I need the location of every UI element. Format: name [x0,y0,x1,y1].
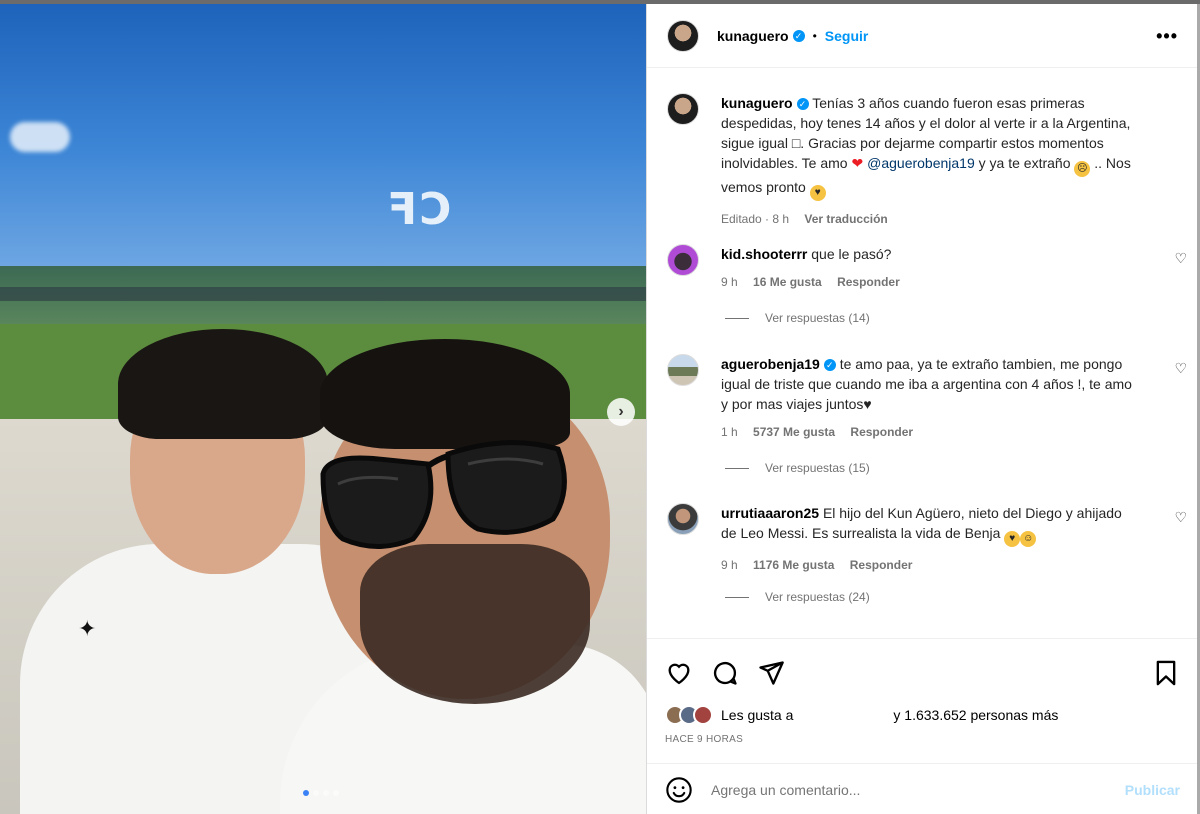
share-send-icon[interactable] [757,659,785,687]
author-avatar[interactable] [667,19,699,52]
replies-line [725,467,749,469]
follow-button[interactable]: Seguir [825,28,869,44]
view-replies-label[interactable]: Ver respuestas (14) [765,311,870,325]
photo-cloud [10,122,70,152]
carousel-dot [313,790,319,796]
comments-list[interactable]: kunaguero ✓ Tenías 3 años cuando fueron e… [647,69,1198,637]
reply-button[interactable]: Responder [837,275,900,289]
like-comment-heart-icon[interactable]: ♡ [1174,360,1187,377]
like-heart-icon[interactable] [665,659,693,687]
comment-time: 9 h [721,275,738,289]
more-options-icon[interactable]: ••• [1156,26,1178,47]
caption-text-2: y ya te extraño [978,155,1071,171]
liker-avatars [665,705,713,725]
commenter-avatar[interactable] [667,244,699,276]
reply-button[interactable]: Responder [850,425,913,439]
caption-username[interactable]: kunaguero [721,95,793,111]
man-hair [320,339,570,449]
like-comment-heart-icon[interactable]: ♡ [1174,509,1187,526]
like-comment-heart-icon[interactable]: ♡ [1174,250,1187,267]
verified-badge-icon: ✓ [823,359,836,371]
comment-composer: Publicar [647,763,1198,814]
view-replies-button[interactable]: Ver respuestas (15) [725,461,870,475]
comment-username[interactable]: aguerobenja19 [721,356,820,372]
man-beard [360,544,590,704]
translate-link[interactable]: Ver traducción [804,212,887,226]
emoji-picker-icon[interactable] [665,776,693,804]
redacted-username [799,709,887,721]
sunglasses [320,440,567,549]
carousel-indicator [303,790,339,796]
author-username[interactable]: kunaguero [717,28,789,44]
author-avatar[interactable] [667,93,699,125]
comment-text: que le pasó? [811,246,892,262]
verified-badge-icon: ✓ [792,29,805,42]
comment-time: 1 h [721,425,738,439]
caption-mention-link[interactable]: @aguerobenja19 [867,155,975,171]
heart-eyes-emoji-icon: ♥ [1004,531,1021,547]
carousel-dot [303,790,309,796]
reply-button[interactable]: Responder [850,558,913,572]
view-replies-button[interactable]: Ver respuestas (24) [725,590,870,604]
likes-prefix: Les gusta a [721,707,794,723]
glass-reflection-text: CF [385,184,452,235]
post-header: kunaguero ✓ • Seguir ••• [647,4,1198,68]
comment-username[interactable]: urrutiaaaron25 [721,505,819,521]
liker-avatar [693,705,713,725]
replies-line [725,596,749,598]
view-replies-label[interactable]: Ver respuestas (15) [765,461,870,475]
carousel-next-button[interactable]: › [607,398,635,426]
likes-summary[interactable]: Les gusta a y 1.633.652 personas más [665,705,1058,725]
heart-eyes-emoji-icon: ♥ [809,185,826,201]
likes-count[interactable]: y 1.633.652 personas más [893,707,1058,723]
red-heart-emoji-icon: ❤ [851,155,864,171]
post-modal: CF ✦ › kunaguero ✓ • Seguir ••• kunaguer… [0,4,1200,814]
comment-bubble-icon[interactable] [711,659,739,687]
post-details-panel: kunaguero ✓ • Seguir ••• kunaguero ✓ Tení… [646,4,1198,814]
replies-line [725,317,749,319]
kid-hair [118,329,328,439]
jordan-logo-icon: ✦ [78,616,97,641]
comment-likes[interactable]: 16 Me gusta [753,275,822,289]
carousel-dot [333,790,339,796]
comment-input[interactable] [711,781,1125,798]
view-replies-button[interactable]: Ver respuestas (14) [725,311,870,325]
sad-face-emoji-icon: ☹ [1074,161,1091,177]
post-timestamp[interactable]: HACE 9 HORAS [665,734,743,745]
comment-likes[interactable]: 5737 Me gusta [753,425,835,439]
comment-time: 9 h [721,558,738,572]
save-bookmark-icon[interactable] [1152,659,1180,687]
verified-badge-icon: ✓ [796,98,809,110]
publish-comment-button[interactable]: Publicar [1125,782,1180,798]
post-photo[interactable]: CF ✦ › [0,4,646,814]
caption-edited-time: Editado · 8 h [721,212,790,226]
grinning-sweat-emoji-icon: ☺ [1020,531,1037,547]
commenter-avatar[interactable] [667,503,699,535]
commenter-avatar[interactable] [667,354,699,386]
comment-likes[interactable]: 1176 Me gusta [753,558,834,572]
comment-username[interactable]: kid.shooterrr [721,246,807,262]
carousel-dot [323,790,329,796]
view-replies-label[interactable]: Ver respuestas (24) [765,590,870,604]
glass-frame [0,287,646,301]
header-separator: • [812,28,817,43]
post-actions: Les gusta a y 1.633.652 personas más HAC… [647,638,1198,814]
